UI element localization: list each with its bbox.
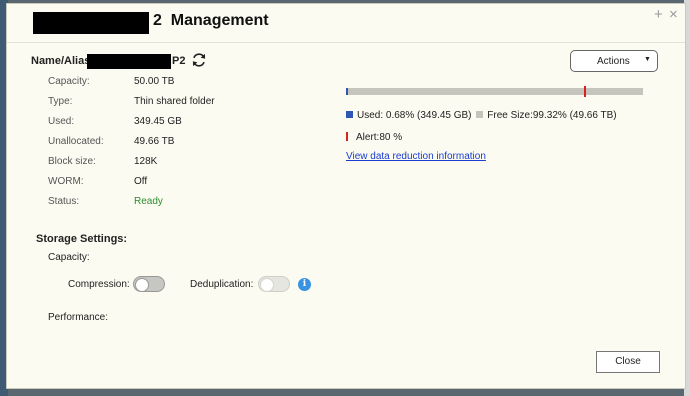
compression-label: Compression: <box>68 279 130 290</box>
alert-label: Alert: <box>356 132 380 143</box>
toggle-knob <box>260 278 274 292</box>
used-swatch <box>346 111 353 118</box>
property-label: Type: <box>48 96 73 107</box>
property-label: WORM: <box>48 176 84 187</box>
storage-settings-title: Storage Settings: <box>36 233 128 245</box>
capacity-label: Capacity: <box>48 252 90 263</box>
maximize-icon[interactable]: + <box>654 7 663 23</box>
dialog-titlebar: 2 Management + × <box>7 4 685 43</box>
property-value: 349.45 GB <box>134 116 182 127</box>
alert-swatch <box>346 132 348 141</box>
free-swatch <box>476 111 484 118</box>
performance-label: Performance: <box>48 312 109 323</box>
property-value: 128K <box>134 156 158 167</box>
chevron-down-icon: ▼ <box>644 56 651 63</box>
usage-bar-used <box>346 88 348 95</box>
name-alias-label: Name/Alias: <box>31 55 94 67</box>
property-value: 49.66 TB <box>134 136 175 147</box>
close-icon[interactable]: × <box>669 7 678 23</box>
property-label: Unallocated: <box>48 136 104 147</box>
usage-legend: Used: 0.68% (349.45 GB) Free Size:99.32%… <box>346 110 617 121</box>
management-dialog: 2 Management + × Name/Alias: P2 Capacity… <box>6 3 686 389</box>
usage-alert-marker <box>584 86 586 97</box>
alert-legend: Alert:80 % <box>346 132 402 143</box>
property-label: Status: <box>48 196 80 207</box>
used-label: Used: <box>357 110 384 121</box>
free-label: Free Size: <box>487 110 533 121</box>
property-value: 50.00 TB <box>134 76 175 87</box>
free-value: 99.32% (49.66 TB) <box>532 110 617 121</box>
property-label: Used: <box>48 116 75 127</box>
property-label: Capacity: <box>48 76 90 87</box>
redacted-name <box>87 54 171 69</box>
redacted-title <box>33 12 149 34</box>
info-icon[interactable]: i <box>298 278 311 291</box>
used-value: 0.68% (349.45 GB) <box>385 110 472 121</box>
actions-button[interactable]: Actions ▼ <box>570 50 658 72</box>
toggle-knob <box>135 278 149 292</box>
property-value: Thin shared folder <box>134 96 215 107</box>
status-value: Ready <box>134 196 163 207</box>
dialog-title: 2 Management <box>153 12 269 29</box>
deduplication-label: Deduplication: <box>190 279 254 290</box>
deduplication-toggle[interactable] <box>258 276 290 292</box>
property-label: Block size: <box>48 156 96 167</box>
data-reduction-link[interactable]: View data reduction information <box>346 151 486 162</box>
property-value: Off <box>134 176 148 187</box>
name-alias-value: P2 <box>172 55 186 67</box>
actions-label: Actions <box>597 56 630 67</box>
close-button[interactable]: Close <box>596 351 660 373</box>
refresh-icon[interactable] <box>190 51 208 69</box>
alert-value: 80 % <box>379 132 403 143</box>
compression-toggle[interactable] <box>133 276 165 292</box>
usage-bar <box>346 86 643 97</box>
